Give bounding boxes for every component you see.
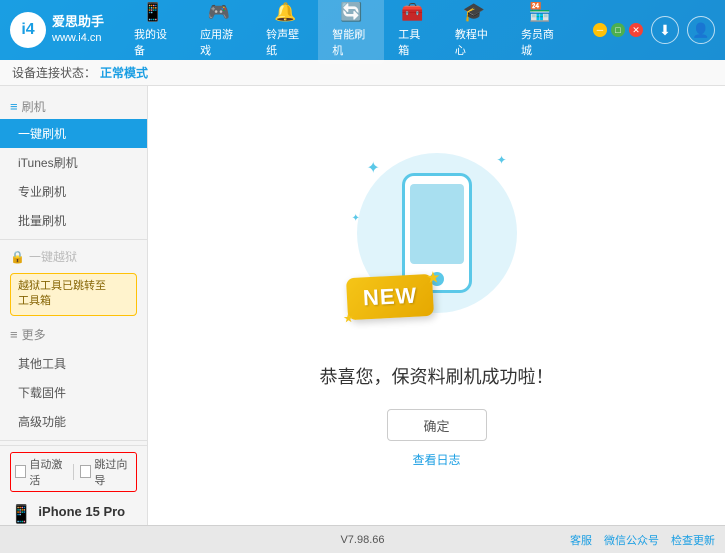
auto-activate-row: 自动激活 跳过向导 [10, 452, 137, 492]
tab-smart-flash-label: 智能刷机 [332, 26, 370, 58]
tab-apps-games-label: 应用游戏 [200, 26, 238, 58]
connection-label: 设备连接状态： [12, 64, 96, 81]
device-phone-icon: 📱 [10, 504, 32, 525]
badge-stars-top: ★ [425, 267, 440, 288]
tab-my-device-label: 我的设备 [134, 26, 172, 58]
skip-guide-checkbox-item[interactable]: 跳过向导 [80, 456, 132, 488]
more-section-icon: ≡ [10, 327, 18, 342]
version-label: V7.98.66 [340, 534, 384, 546]
tab-ringtones[interactable]: 🔔 铃声壁纸 [252, 0, 318, 64]
toolbox-icon: 🧰 [401, 2, 423, 23]
smart-flash-icon: 🔄 [340, 2, 362, 23]
sidebar-item-other-tools[interactable]: 其他工具 [0, 349, 147, 378]
lock-icon: 🔒 [10, 250, 25, 264]
badge-stars-bottom: ★ [342, 311, 353, 326]
tab-my-device[interactable]: 📱 我的设备 [120, 0, 186, 64]
status-center: V7.98.66 [245, 534, 480, 546]
tutorials-icon: 🎓 [463, 2, 485, 23]
logo-icon: i4 [10, 12, 46, 48]
sparkle-3: ✦ [352, 213, 360, 224]
sidebar-item-batch-flash[interactable]: 批量刷机 [0, 206, 147, 235]
view-log-link[interactable]: 查看日志 [412, 451, 460, 468]
tab-store[interactable]: 🏪 务员商城 [507, 0, 573, 64]
main-layout: ≡ 刷机 一键刷机 iTunes刷机 专业刷机 批量刷机 🔒 一键越狱 越狱工具… [0, 86, 725, 525]
sidebar-section-flash: ≡ 刷机 [0, 94, 147, 119]
tab-ringtones-label: 铃声壁纸 [266, 26, 304, 58]
ringtones-icon: 🔔 [274, 2, 296, 23]
row-divider [73, 464, 74, 480]
sparkle-2: ✦ [496, 153, 506, 167]
auto-activate-checkbox[interactable] [15, 465, 26, 478]
logo-text: 爱思助手 www.i4.cn [52, 14, 104, 45]
sidebar-divider-1 [0, 239, 147, 240]
app-header: i4 爱思助手 www.i4.cn 📱 我的设备 🎮 应用游戏 🔔 铃声壁纸 🔄… [0, 0, 725, 60]
sidebar-item-one-key-flash[interactable]: 一键刷机 [0, 119, 147, 148]
skip-guide-label: 跳过向导 [94, 456, 132, 488]
window-controls: ─ □ ✕ [593, 23, 643, 37]
new-badge-text: NEW [362, 283, 418, 312]
auto-activate-label: 自动激活 [29, 456, 67, 488]
my-device-icon: 📱 [142, 2, 164, 23]
sidebar-device-section: 自动激活 跳过向导 📱 iPhone 15 Pro Max 512GB iPho… [0, 445, 147, 525]
auto-activate-checkbox-item[interactable]: 自动激活 [15, 456, 67, 488]
minimize-button[interactable]: ─ [593, 23, 607, 37]
sidebar: ≡ 刷机 一键刷机 iTunes刷机 专业刷机 批量刷机 🔒 一键越狱 越狱工具… [0, 86, 148, 525]
status-right: 客服 微信公众号 检查更新 [480, 532, 715, 548]
header-right: ─ □ ✕ ⬇ 👤 [583, 16, 715, 44]
nav-tabs: 📱 我的设备 🎮 应用游戏 🔔 铃声壁纸 🔄 智能刷机 🧰 工具箱 🎓 教程中心… [120, 0, 573, 64]
account-button[interactable]: 👤 [687, 16, 715, 44]
sidebar-notice: 越狱工具已跳转至 工具箱 [10, 273, 137, 316]
status-bar: V7.98.66 客服 微信公众号 检查更新 [0, 525, 725, 553]
apps-games-icon: 🎮 [208, 2, 230, 23]
success-illustration: ✦ ✦ ✦ ★ NEW ★ [337, 143, 537, 343]
sidebar-item-pro-flash[interactable]: 专业刷机 [0, 177, 147, 206]
confirm-button[interactable]: 确定 [387, 409, 487, 441]
sparkle-1: ✦ [367, 158, 380, 178]
customer-service-link[interactable]: 客服 [570, 532, 592, 548]
download-button[interactable]: ⬇ [651, 16, 679, 44]
connection-status-value: 正常模式 [100, 64, 148, 81]
phone-screen [410, 184, 464, 264]
device-name: iPhone 15 Pro Max [38, 502, 137, 525]
new-badge: ★ NEW ★ [345, 274, 433, 320]
store-icon: 🏪 [529, 2, 551, 23]
tab-store-label: 务员商城 [521, 26, 559, 58]
sidebar-item-download-firmware[interactable]: 下载固件 [0, 378, 147, 407]
tab-tutorials[interactable]: 🎓 教程中心 [441, 0, 507, 64]
device-info: 📱 iPhone 15 Pro Max 512GB iPhone [10, 498, 137, 525]
device-details: iPhone 15 Pro Max 512GB iPhone [38, 502, 137, 525]
check-update-link[interactable]: 检查更新 [671, 532, 715, 548]
sidebar-section-more: ≡ 更多 [0, 320, 147, 349]
sidebar-divider-2 [0, 440, 147, 441]
tab-toolbox-label: 工具箱 [398, 26, 427, 58]
tab-tutorials-label: 教程中心 [455, 26, 493, 58]
tab-apps-games[interactable]: 🎮 应用游戏 [186, 0, 252, 64]
maximize-button[interactable]: □ [611, 23, 625, 37]
logo: i4 爱思助手 www.i4.cn [10, 12, 120, 48]
skip-guide-checkbox[interactable] [80, 465, 91, 478]
sidebar-item-advanced[interactable]: 高级功能 [0, 407, 147, 436]
tab-toolbox[interactable]: 🧰 工具箱 [384, 0, 441, 64]
sidebar-disabled-jailbreak: 🔒 一键越狱 [0, 244, 147, 269]
tab-smart-flash[interactable]: 🔄 智能刷机 [318, 0, 384, 64]
success-message: 恭喜您，保资料刷机成功啦！ [320, 363, 554, 389]
content-area: ✦ ✦ ✦ ★ NEW ★ 恭喜您，保资料刷机成功啦！ 确定 查看日志 [148, 86, 725, 525]
sidebar-item-itunes-flash[interactable]: iTunes刷机 [0, 148, 147, 177]
flash-section-icon: ≡ [10, 99, 18, 114]
close-button[interactable]: ✕ [629, 23, 643, 37]
wechat-official-link[interactable]: 微信公众号 [604, 532, 659, 548]
